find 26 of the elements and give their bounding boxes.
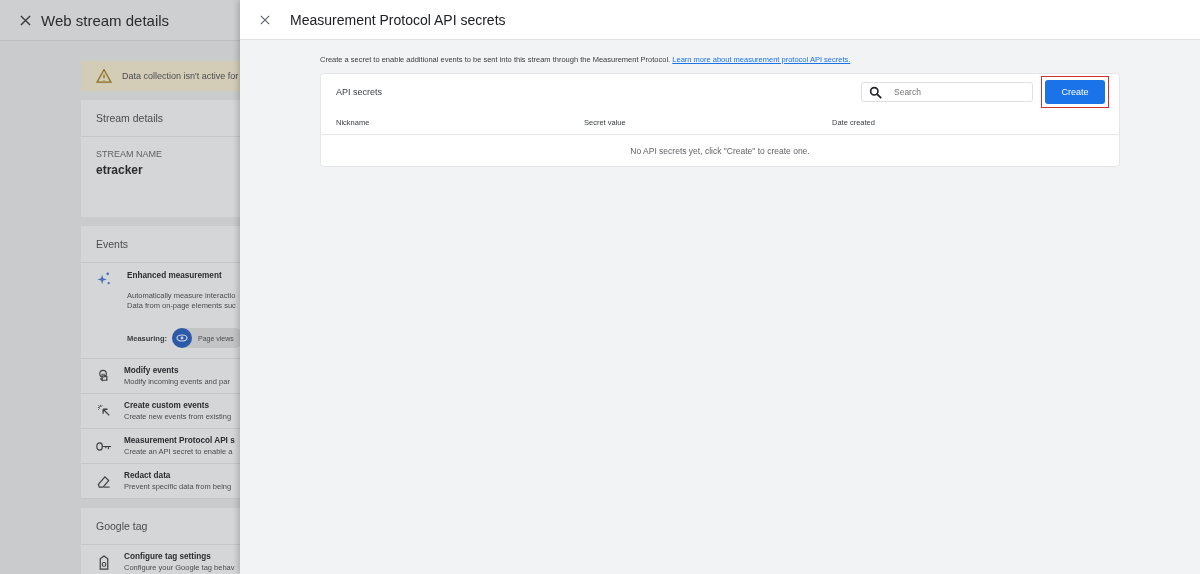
warning-text: Data collection isn't active for [122, 71, 239, 81]
close-icon[interactable] [260, 14, 270, 25]
item-title: Modify events [124, 365, 180, 375]
stream-name: etracker [96, 163, 144, 177]
sparkle-icon [96, 271, 112, 286]
item-title: Configure tag settings [124, 551, 212, 561]
item-title: Measurement Protocol API s [124, 435, 235, 445]
warning-icon [96, 69, 112, 83]
section-title: Google tag [96, 520, 148, 532]
item-title: Redact data [124, 470, 172, 480]
search-field[interactable]: Search [861, 82, 1033, 102]
close-icon[interactable] [20, 14, 31, 26]
table-title: API secrets [336, 87, 383, 97]
create-button[interactable]: Create [1045, 80, 1105, 104]
section-title: Stream details [96, 112, 164, 124]
key-icon [96, 441, 112, 451]
page-title: Web stream details [41, 11, 170, 29]
eye-icon [172, 328, 192, 348]
panel-title: Measurement Protocol API secrets [290, 11, 506, 28]
field-label: STREAM NAME [96, 149, 163, 159]
empty-message: No API secrets yet, click "Create" to create one. [630, 145, 810, 156]
section-title: Events [96, 238, 129, 250]
cursor-icon [96, 404, 112, 418]
item-title: Create custom events [124, 400, 211, 410]
item-title: Enhanced measurement [127, 271, 223, 280]
eraser-icon [96, 473, 112, 489]
